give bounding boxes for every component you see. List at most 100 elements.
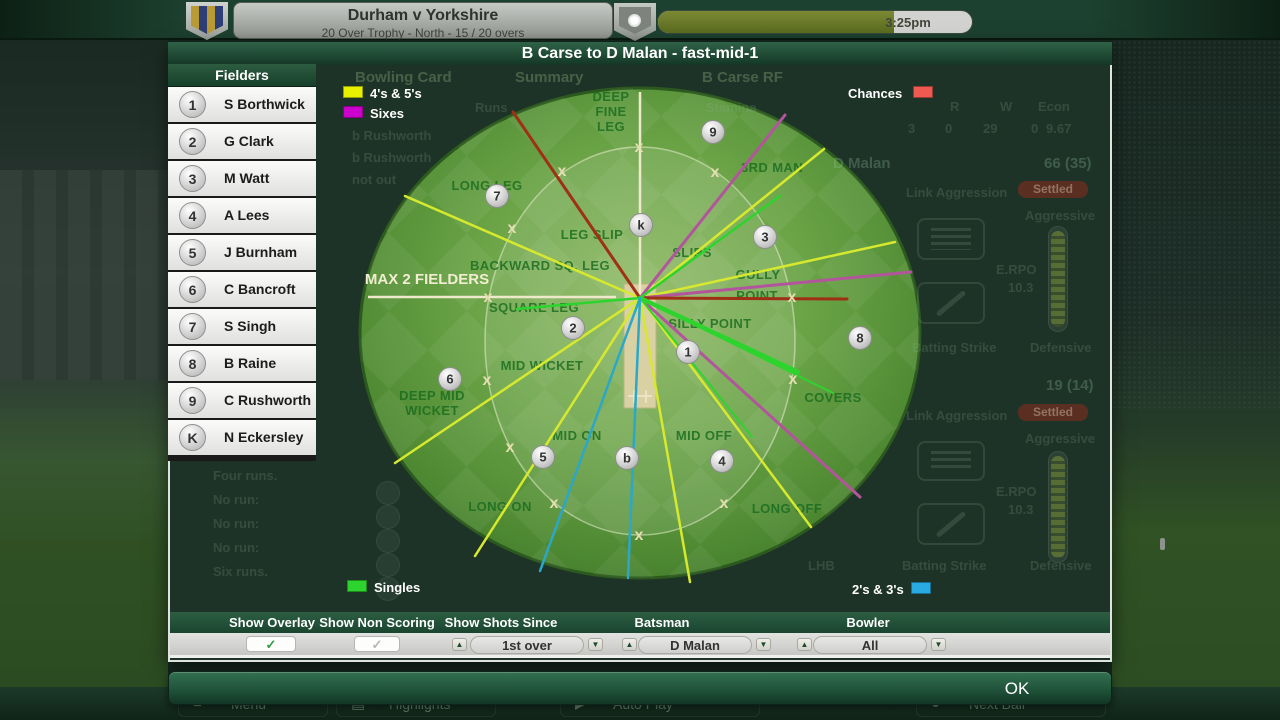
fielder-row[interactable]: 6 C Bancroft bbox=[168, 272, 316, 307]
fielder-number-badge: 8 bbox=[179, 350, 206, 377]
pads-icon bbox=[917, 441, 985, 481]
match-title: Durham v Yorkshire bbox=[347, 7, 499, 24]
fielder-number-badge: 7 bbox=[179, 313, 206, 340]
bat-icon bbox=[917, 503, 985, 545]
bowler-down-button[interactable]: ▼ bbox=[931, 638, 946, 651]
vacant-position-x-mark: x bbox=[484, 289, 493, 306]
bat-icon bbox=[917, 282, 985, 324]
singles-swatch bbox=[347, 580, 367, 592]
vacant-position-x-mark: x bbox=[483, 372, 492, 389]
sixes-swatch bbox=[343, 106, 363, 118]
fielders-panel-header: Fielders bbox=[168, 64, 316, 87]
shot-line-chances bbox=[638, 296, 849, 301]
fielder-marker-label: 9 bbox=[709, 125, 716, 140]
chances-swatch bbox=[913, 86, 933, 98]
pads-icon bbox=[917, 218, 985, 260]
fielder-marker-label: k bbox=[637, 218, 645, 233]
field-position-label: SLIPS bbox=[672, 245, 712, 260]
fielder-marker-label: 1 bbox=[684, 345, 691, 360]
pads-icon-lines bbox=[930, 450, 972, 472]
ball-indicator bbox=[376, 529, 400, 553]
fielder-row[interactable]: 1 S Borthwick bbox=[168, 87, 316, 122]
show-non-scoring-label: Show Non Scoring bbox=[319, 615, 435, 630]
fielder-name: S Borthwick bbox=[224, 96, 305, 112]
fielder-marker-label: 6 bbox=[446, 372, 453, 387]
fielder-marker-label: 5 bbox=[539, 450, 546, 465]
ok-bar: OK bbox=[168, 671, 1112, 705]
fielder-marker-label: b bbox=[623, 451, 631, 466]
aggression-gauge-fill bbox=[1051, 456, 1065, 558]
fielders-rows: 1 S Borthwick 2 G Clark 3 M Watt 4 A Lees 5 J Bur… bbox=[168, 87, 316, 455]
singles-legend-label: Singles bbox=[374, 580, 421, 595]
ball-indicator bbox=[376, 505, 400, 529]
fielder-marker-label: 4 bbox=[718, 454, 726, 469]
field-position-label: DEEP MID WICKET bbox=[399, 388, 465, 418]
fielder-name: B Raine bbox=[224, 355, 277, 371]
bowler-label: Bowler bbox=[846, 615, 890, 630]
ok-button[interactable]: OK bbox=[957, 672, 1077, 706]
aggression-gauge bbox=[1048, 451, 1068, 563]
field-position-label: LONG ON bbox=[468, 499, 531, 514]
batsman-dropdown[interactable]: D Malan bbox=[638, 636, 752, 654]
fielder-row[interactable]: 2 G Clark bbox=[168, 124, 316, 159]
vacant-position-x-mark: x bbox=[508, 220, 517, 237]
show-overlay-checkbox[interactable]: ✓ bbox=[246, 636, 296, 652]
fielder-number-badge: 9 bbox=[179, 387, 206, 414]
fielder-row[interactable]: 7 S Singh bbox=[168, 309, 316, 344]
fielder-name: N Eckersley bbox=[224, 429, 304, 445]
fielder-number-badge: 2 bbox=[179, 128, 206, 155]
show-non-scoring-checkbox[interactable]: ✓ bbox=[354, 636, 400, 652]
fielder-name: S Singh bbox=[224, 318, 277, 334]
bowler-up-button[interactable]: ▲ bbox=[797, 638, 812, 651]
field-position-label: POINT bbox=[736, 288, 778, 303]
fielder-marker-label: 8 bbox=[856, 331, 863, 346]
vacant-position-x-mark: x bbox=[635, 527, 644, 544]
day-progress-bar: 3:25pm bbox=[657, 10, 973, 34]
fielder-row[interactable]: K N Eckersley bbox=[168, 420, 316, 455]
fielder-marker-label: 3 bbox=[761, 230, 768, 245]
fielder-row[interactable]: 8 B Raine bbox=[168, 346, 316, 381]
batsman-down-button[interactable]: ▼ bbox=[756, 638, 771, 651]
game-screen: ≡Menu▤Highlights▶Auto Play●Next Ball Dur… bbox=[0, 0, 1280, 720]
fielder-row[interactable]: 5 J Burnham bbox=[168, 235, 316, 270]
shots-since-down-button[interactable]: ▼ bbox=[588, 638, 603, 651]
controls-strip: ✓ ✓ ▲ 1st over ▼ ▲ D Malan ▼ ▲ All ▼ bbox=[170, 633, 1110, 658]
vacant-position-x-mark: x bbox=[720, 495, 729, 512]
max-two-fielders-label: MAX 2 FIELDERS bbox=[365, 271, 489, 288]
match-subtitle: 20 Over Trophy - North - 15 / 20 overs bbox=[321, 26, 525, 40]
sixes-legend-label: Sixes bbox=[370, 106, 404, 121]
vacant-position-x-mark: x bbox=[711, 164, 720, 181]
fielder-name: J Burnham bbox=[224, 244, 298, 260]
twos-threes-legend-label: 2's & 3's bbox=[852, 582, 904, 597]
aggression-gauge bbox=[1048, 226, 1068, 332]
fielder-row[interactable]: 3 M Watt bbox=[168, 161, 316, 196]
controls-label-strip: Show Overlay Show Non Scoring Show Shots… bbox=[170, 612, 1110, 633]
shots-since-up-button[interactable]: ▲ bbox=[452, 638, 467, 651]
vacant-position-x-mark: x bbox=[788, 289, 797, 306]
show-shots-since-label: Show Shots Since bbox=[444, 615, 558, 630]
settled-badge: Settled bbox=[1018, 181, 1088, 198]
vacant-position-x-mark: x bbox=[550, 495, 559, 512]
right-dim-overlay bbox=[1112, 40, 1280, 720]
field-position-label: BACKWARD SQ. LEG bbox=[470, 258, 610, 273]
white-rose-icon bbox=[628, 14, 641, 27]
bat-icon-blade bbox=[935, 290, 967, 318]
aggression-gauge-fill bbox=[1051, 231, 1065, 327]
fielder-name: M Watt bbox=[224, 170, 270, 186]
batsman-up-button[interactable]: ▲ bbox=[622, 638, 637, 651]
fours-fives-legend-label: 4's & 5's bbox=[370, 86, 422, 101]
fielder-marker-label: 7 bbox=[493, 189, 500, 204]
durham-crest-inner bbox=[191, 6, 223, 34]
field-position-label: DEEP FINE LEG bbox=[592, 89, 629, 134]
bowler-dropdown[interactable]: All bbox=[813, 636, 927, 654]
fielder-name: C Rushworth bbox=[224, 392, 312, 408]
fielder-number-badge: K bbox=[179, 424, 206, 451]
twos-threes-swatch bbox=[911, 582, 931, 594]
fielder-row[interactable]: 9 C Rushworth bbox=[168, 383, 316, 418]
fielder-row[interactable]: 4 A Lees bbox=[168, 198, 316, 233]
vacant-position-x-mark: x bbox=[789, 371, 798, 388]
show-overlay-label: Show Overlay bbox=[229, 615, 315, 630]
fielder-number-badge: 6 bbox=[179, 276, 206, 303]
shots-since-dropdown[interactable]: 1st over bbox=[470, 636, 584, 654]
vacant-position-x-mark: x bbox=[635, 139, 644, 156]
